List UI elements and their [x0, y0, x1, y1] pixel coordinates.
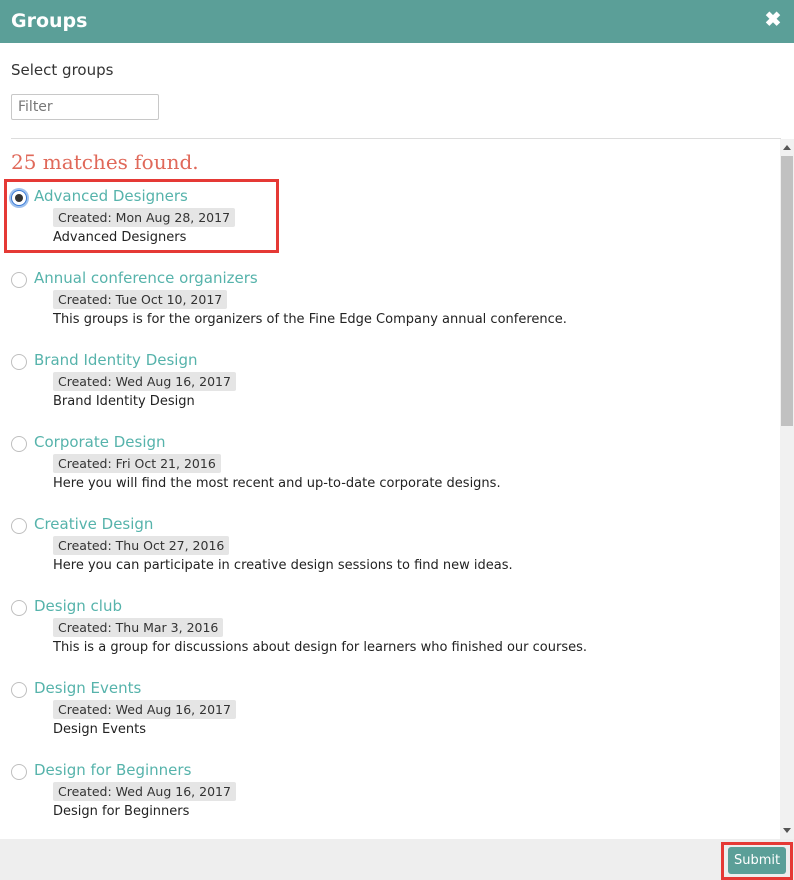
group-description: Here you will find the most recent and u…: [53, 476, 501, 491]
group-description: This is a group for discussions about de…: [53, 640, 587, 655]
list-item: Annual conference organizers Created: Tu…: [11, 261, 771, 331]
list-item: Design for Beginners Created: Wed Aug 16…: [11, 753, 771, 823]
group-description: Design Events: [53, 722, 147, 737]
group-radio[interactable]: [11, 518, 27, 534]
list-item: Design club Created: Thu Mar 3, 2016 Thi…: [11, 589, 771, 659]
group-radio[interactable]: [11, 436, 27, 452]
group-name-link[interactable]: Annual conference organizers: [34, 269, 258, 287]
group-description: Here you can participate in creative des…: [53, 558, 513, 573]
scroll-up-arrow-icon[interactable]: [783, 145, 791, 150]
dialog-title: Groups: [11, 10, 88, 32]
scroll-down-arrow-icon[interactable]: [783, 828, 791, 833]
created-badge: Created: Fri Oct 21, 2016: [53, 454, 221, 473]
filter-input[interactable]: [11, 94, 159, 120]
group-name-link[interactable]: Brand Identity Design: [34, 351, 198, 369]
group-name-link[interactable]: Design club: [34, 597, 122, 615]
matches-count: 25 matches found.: [11, 150, 199, 174]
group-name-link[interactable]: Creative Design: [34, 515, 153, 533]
dialog-footer: [0, 839, 794, 880]
list-scrollbar[interactable]: [780, 139, 794, 839]
selection-highlight: [4, 179, 279, 253]
created-badge: Created: Tue Oct 10, 2017: [53, 290, 228, 309]
group-name-link[interactable]: Design for Beginners: [34, 761, 191, 779]
list-item: Corporate Design Created: Fri Oct 21, 20…: [11, 425, 771, 495]
group-name-link[interactable]: Design Events: [34, 679, 141, 697]
list-item: Design Events Created: Wed Aug 16, 2017 …: [11, 671, 771, 741]
select-groups-label: Select groups: [11, 61, 114, 79]
group-radio[interactable]: [11, 272, 27, 288]
group-radio[interactable]: [11, 764, 27, 780]
dialog-header: Groups ✖: [0, 0, 794, 43]
list-item: Creative Design Created: Thu Oct 27, 201…: [11, 507, 771, 577]
submit-highlight: [721, 842, 793, 880]
group-description: This groups is for the organizers of the…: [53, 312, 567, 327]
created-badge: Created: Wed Aug 16, 2017: [53, 782, 236, 801]
scroll-thumb[interactable]: [781, 156, 793, 426]
created-badge: Created: Wed Aug 16, 2017: [53, 700, 236, 719]
group-description: Design for Beginners: [53, 804, 190, 819]
created-badge: Created: Thu Mar 3, 2016: [53, 618, 224, 637]
group-description: Brand Identity Design: [53, 394, 195, 409]
group-radio[interactable]: [11, 354, 27, 370]
group-radio[interactable]: [11, 682, 27, 698]
created-badge: Created: Wed Aug 16, 2017: [53, 372, 236, 391]
close-icon[interactable]: ✖: [763, 9, 783, 31]
group-name-link[interactable]: Corporate Design: [34, 433, 166, 451]
created-badge: Created: Thu Oct 27, 2016: [53, 536, 230, 555]
group-radio[interactable]: [11, 600, 27, 616]
list-item: Brand Identity Design Created: Wed Aug 1…: [11, 343, 771, 413]
